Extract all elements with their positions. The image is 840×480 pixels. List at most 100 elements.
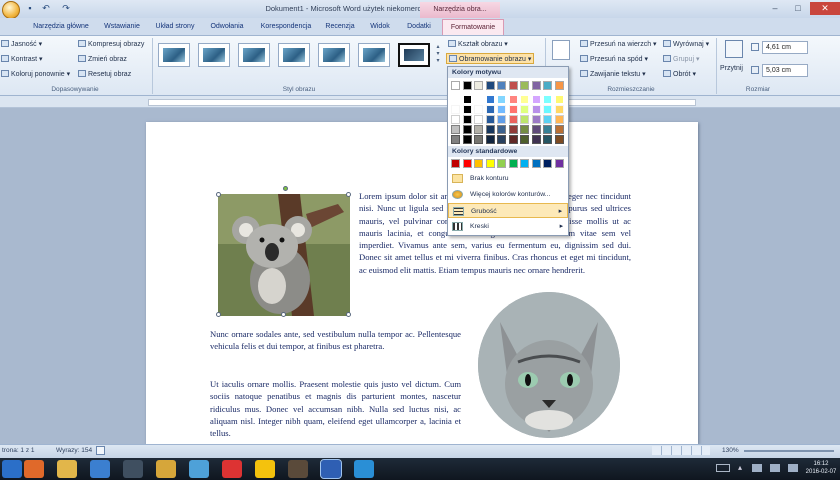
tab-home[interactable]: Narzędzia główne	[30, 19, 92, 35]
view-buttons[interactable]	[652, 446, 710, 455]
picture-shape-button[interactable]: Kształt obrazu ▾	[448, 39, 508, 50]
opera-icon[interactable]	[222, 460, 242, 478]
theme-color-swatch[interactable]	[451, 95, 460, 104]
theme-color-swatch[interactable]	[554, 135, 564, 144]
image-icon[interactable]	[288, 460, 308, 478]
theme-color-swatch[interactable]	[497, 125, 506, 134]
weight-item[interactable]: Grubość ▸	[448, 203, 568, 218]
theme-color-swatch[interactable]	[531, 81, 541, 90]
theme-color-swatch[interactable]	[508, 95, 518, 104]
theme-color-swatch[interactable]	[474, 105, 483, 114]
theme-color-swatch[interactable]	[520, 115, 529, 124]
theme-color-swatch[interactable]	[554, 125, 564, 134]
save-icon[interactable]: ▪	[24, 3, 36, 14]
bring-front-button[interactable]: Przesuń na wierzch ▾	[580, 39, 657, 50]
paragraph-1b[interactable]: Nunc ornare sodales ante, sed vestibulum…	[210, 328, 461, 353]
tab-mailings[interactable]: Korespondencja	[256, 19, 316, 35]
resize-handle[interactable]	[216, 312, 221, 317]
theme-color-swatch[interactable]	[451, 81, 460, 90]
chrome-icon[interactable]	[255, 460, 275, 478]
picture-style-5[interactable]	[318, 43, 350, 67]
theme-color-swatch[interactable]	[520, 81, 529, 90]
help-icon[interactable]	[354, 460, 374, 478]
tab-view[interactable]: Widok	[366, 19, 394, 35]
reset-picture-button[interactable]: Resetuj obraz	[78, 69, 131, 80]
theme-color-swatch[interactable]	[508, 115, 518, 124]
no-outline-item[interactable]: Brak konturu	[448, 171, 568, 186]
theme-color-swatch[interactable]	[543, 81, 552, 90]
theme-color-swatch[interactable]	[485, 125, 495, 134]
theme-color-swatch[interactable]	[531, 125, 541, 134]
word-icon[interactable]	[320, 459, 342, 479]
dashes-item[interactable]: Kreski ▸	[448, 219, 568, 234]
standard-color-swatch[interactable]	[485, 159, 495, 168]
picture-style-1[interactable]	[158, 43, 190, 67]
explorer-icon[interactable]	[57, 460, 77, 478]
display-icon[interactable]	[90, 460, 110, 478]
redo-icon[interactable]: ↷	[60, 3, 72, 14]
proofing-icon[interactable]	[96, 446, 105, 455]
theme-color-swatch[interactable]	[531, 95, 541, 104]
page-count[interactable]: trona: 1 z 1	[2, 447, 35, 454]
terminal-icon[interactable]	[123, 460, 143, 478]
theme-color-swatch[interactable]	[474, 81, 483, 90]
picture-style-7[interactable]	[398, 43, 430, 67]
theme-color-swatch[interactable]	[462, 125, 472, 134]
styles-more-icon[interactable]: ▴ ▾ ▾	[434, 43, 442, 81]
network-icon[interactable]	[770, 464, 780, 472]
picture-style-4[interactable]	[278, 43, 310, 67]
koala-image[interactable]	[218, 194, 350, 316]
firefox-icon[interactable]	[24, 460, 44, 478]
theme-color-swatch[interactable]	[497, 105, 506, 114]
send-back-button[interactable]: Przesuń na spód ▾	[580, 54, 648, 65]
theme-color-swatch[interactable]	[508, 125, 518, 134]
theme-color-swatch[interactable]	[531, 115, 541, 124]
standard-color-swatch[interactable]	[520, 159, 529, 168]
volume-icon[interactable]	[788, 464, 798, 472]
theme-color-swatch[interactable]	[451, 125, 460, 134]
standard-color-swatch[interactable]	[543, 159, 552, 168]
theme-color-swatch[interactable]	[520, 125, 529, 134]
tray-arrow-icon[interactable]: ▴	[738, 463, 746, 473]
text-wrap-button[interactable]: Zawijanie tekstu ▾	[580, 69, 646, 80]
theme-color-swatch[interactable]	[474, 135, 483, 144]
theme-color-swatch[interactable]	[485, 95, 495, 104]
theme-color-swatch[interactable]	[554, 115, 564, 124]
paragraph-2[interactable]: Ut iaculis ornare mollis. Praesent moles…	[210, 378, 461, 439]
crop-icon[interactable]	[725, 40, 743, 58]
tab-references[interactable]: Odwołania	[207, 19, 247, 35]
theme-color-swatch[interactable]	[497, 81, 506, 90]
compress-button[interactable]: Kompresuj obrazy	[78, 39, 144, 50]
height-input[interactable]: 4,61 cm	[762, 41, 808, 54]
clock[interactable]: 16:12 2016-02-07	[804, 460, 838, 478]
theme-color-swatch[interactable]	[554, 105, 564, 114]
tab-format[interactable]: Formatowanie	[442, 19, 504, 35]
theme-color-swatch[interactable]	[485, 115, 495, 124]
office-button[interactable]	[2, 1, 20, 19]
theme-color-swatch[interactable]	[520, 105, 529, 114]
theme-color-swatch[interactable]	[531, 105, 541, 114]
contrast-button[interactable]: Kontrast ▾	[1, 54, 43, 65]
position-icon[interactable]	[552, 40, 570, 60]
theme-color-swatch[interactable]	[543, 95, 552, 104]
more-outline-colors-item[interactable]: Więcej kolorów konturów...	[448, 187, 568, 202]
crop-label[interactable]: Przytnij	[720, 63, 743, 74]
resize-handle[interactable]	[281, 312, 286, 317]
theme-color-swatch[interactable]	[543, 125, 552, 134]
keyboard-icon[interactable]	[716, 464, 730, 472]
picture-style-2[interactable]	[198, 43, 230, 67]
standard-color-swatch[interactable]	[531, 159, 541, 168]
theme-color-swatch[interactable]	[474, 125, 483, 134]
theme-color-swatch[interactable]	[531, 135, 541, 144]
tab-insert[interactable]: Wstawianie	[100, 19, 144, 35]
theme-color-swatch[interactable]	[508, 135, 518, 144]
theme-color-swatch[interactable]	[543, 115, 552, 124]
theme-color-swatch[interactable]	[485, 135, 495, 144]
zoom-slider[interactable]	[744, 450, 834, 452]
resize-handle[interactable]	[216, 192, 221, 197]
files-icon[interactable]	[156, 460, 176, 478]
undo-icon[interactable]: ↶	[40, 3, 52, 14]
theme-color-swatch[interactable]	[497, 115, 506, 124]
minimize-icon[interactable]: –	[764, 2, 786, 15]
word-count[interactable]: Wyrazy: 154	[56, 447, 92, 454]
